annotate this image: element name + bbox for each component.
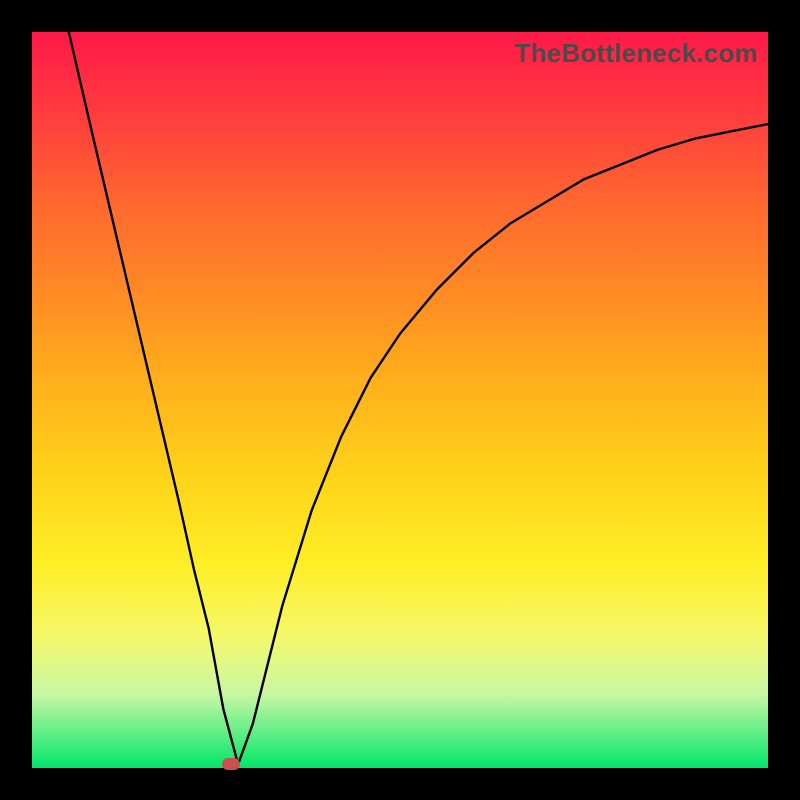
bottleneck-curve	[32, 32, 768, 768]
chart-plot-area: TheBottleneck.com	[32, 32, 768, 768]
watermark-text: TheBottleneck.com	[515, 38, 758, 69]
optimal-point-marker	[222, 758, 240, 770]
